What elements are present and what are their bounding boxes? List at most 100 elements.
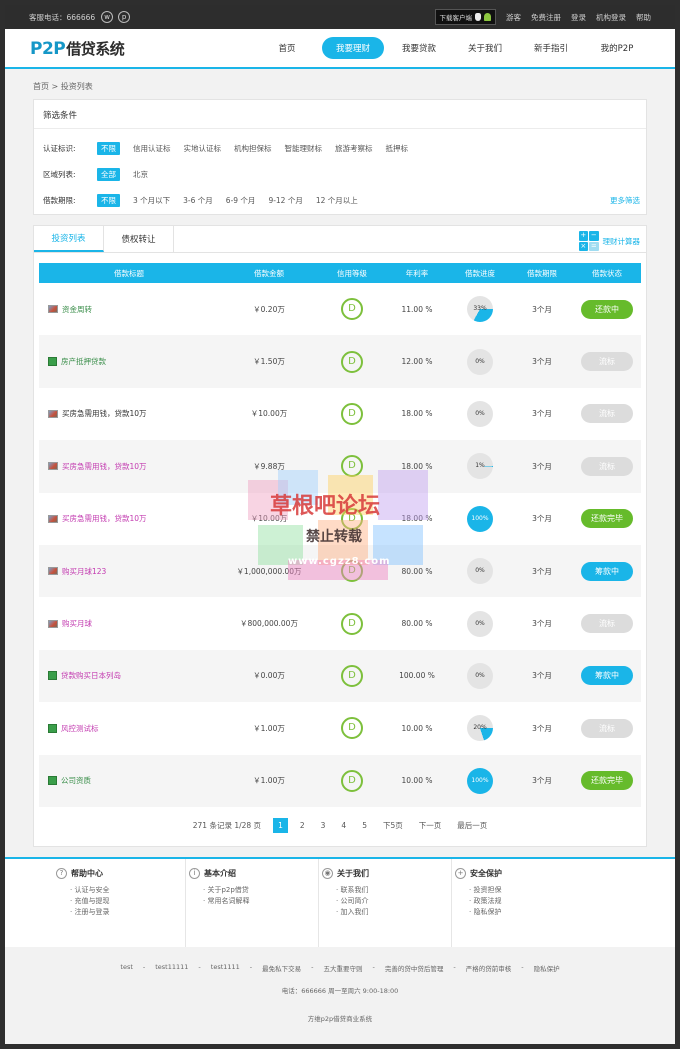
help-link[interactable]: 帮助 — [636, 12, 651, 23]
more-filters-link[interactable]: 更多筛选 — [610, 195, 640, 206]
filter-option[interactable]: 不限 — [97, 193, 120, 207]
table-row[interactable]: 公司资质 ￥1.00万 D 10.00 % 100% 3个月 还款完毕 — [39, 754, 641, 807]
register-link[interactable]: 免费注册 — [531, 12, 561, 23]
column-header[interactable]: 借款标题 — [39, 263, 219, 283]
nav-about[interactable]: 关于我们 — [452, 37, 518, 59]
nav-loan[interactable]: 我要贷款 — [386, 37, 452, 59]
filter-option[interactable]: 3-6 个月 — [183, 195, 213, 206]
status-button[interactable]: 还款中 — [581, 299, 633, 319]
filter-option[interactable]: 不限 — [97, 141, 120, 155]
logo[interactable]: P2P借贷系统 — [30, 38, 125, 59]
filter-option[interactable]: 机构担保标 — [234, 143, 272, 154]
nav-invest[interactable]: 我要理财 — [322, 37, 384, 59]
column-header[interactable]: 借款金额 — [219, 263, 319, 283]
footer-bottom-link[interactable]: test11111 — [155, 963, 188, 973]
filter-option[interactable]: 信用认证标 — [133, 143, 171, 154]
footer-bottom-link[interactable]: test1111 — [211, 963, 240, 973]
table-row[interactable]: 资金周转 ￥0.20万 D 11.00 % 33% 3个月 还款中 — [39, 283, 641, 335]
org-login-link[interactable]: 机构登录 — [596, 12, 626, 23]
footer-link[interactable]: 隐私保护 — [469, 907, 585, 918]
status-button[interactable]: 还款完毕 — [581, 509, 633, 529]
footer-link[interactable]: 常用名词解释 — [203, 896, 318, 907]
footer-link[interactable]: 认证与安全 — [70, 885, 185, 896]
filter-option[interactable]: 北京 — [133, 169, 148, 180]
login-link[interactable]: 登录 — [571, 12, 586, 23]
tab-debt-transfer[interactable]: 债权转让 — [104, 225, 174, 252]
loan-title-link[interactable]: 房产抵押贷款 — [61, 357, 106, 366]
footer-link[interactable]: 注册与登录 — [70, 907, 185, 918]
status-button[interactable]: 筹款中 — [581, 561, 633, 581]
page-5[interactable]: 5 — [362, 821, 367, 830]
footer-link[interactable]: 充值与提现 — [70, 896, 185, 907]
page-1[interactable]: 1 — [273, 817, 288, 833]
loan-title-link[interactable]: 公司资质 — [61, 776, 91, 785]
nav-home[interactable]: 首页 — [254, 37, 320, 59]
tab-invest-list[interactable]: 投资列表 — [34, 225, 104, 252]
loan-title-link[interactable]: 买房急需用钱，贷款10万 — [62, 514, 147, 523]
last-page[interactable]: 最后一页 — [457, 820, 487, 831]
table-row[interactable]: 买房急需用钱，贷款10万 ￥10.00万 D 18.00 % 100% 3个月 … — [39, 493, 641, 545]
status-button[interactable]: 筹款中 — [581, 666, 633, 686]
filter-option[interactable]: 9-12 个月 — [268, 195, 302, 206]
footer-link[interactable]: 关于p2p借贷 — [203, 885, 318, 896]
filter-option[interactable]: 6-9 个月 — [226, 195, 256, 206]
loan-title-link[interactable]: 买房急需用钱，贷款10万 — [62, 462, 147, 471]
footer-bottom-link[interactable]: 完善的贷中贷后管理 — [385, 963, 444, 973]
filter-option[interactable]: 实地认证标 — [184, 143, 222, 154]
footer-bottom-link[interactable]: 严格的贷前审核 — [466, 963, 512, 973]
column-header[interactable]: 借款进度 — [449, 263, 511, 283]
footer-bottom-link[interactable]: 五大重要守则 — [324, 963, 363, 973]
table-row[interactable]: 房产抵押贷款 ￥1.50万 D 12.00 % 0% 3个月 流标 — [39, 335, 641, 388]
column-header[interactable]: 信用等级 — [319, 263, 385, 283]
status-button[interactable]: 还款完毕 — [581, 771, 633, 791]
status-button[interactable]: 流标 — [581, 718, 633, 738]
loan-title-link[interactable]: 购买月球123 — [62, 567, 106, 576]
status-button[interactable]: 流标 — [581, 352, 633, 372]
nav-guide[interactable]: 新手指引 — [518, 37, 584, 59]
next-5-pages[interactable]: 下5页 — [383, 820, 403, 831]
tencent-icon[interactable]: p — [118, 11, 131, 23]
nav-my-p2p[interactable]: 我的P2P — [584, 37, 650, 59]
filter-option[interactable]: 智能理财标 — [285, 143, 323, 154]
status-button[interactable]: 流标 — [581, 456, 633, 476]
column-header[interactable]: 借款状态 — [573, 263, 641, 283]
loan-title-link[interactable]: 买房急需用钱，贷款10万 — [62, 409, 147, 418]
table-row[interactable]: 买房急需用钱，贷款10万 ￥10.00万 D 18.00 % 0% 3个月 流标 — [39, 388, 641, 440]
status-button[interactable]: 流标 — [581, 404, 633, 424]
filter-option[interactable]: 抵押标 — [386, 143, 409, 154]
download-client-button[interactable]: 下载客户端 — [434, 9, 496, 25]
footer-link[interactable]: 政策法规 — [469, 896, 585, 907]
page-2[interactable]: 2 — [300, 821, 305, 830]
footer-bottom-link[interactable]: test — [120, 963, 132, 973]
guest-link[interactable]: 游客 — [506, 12, 521, 23]
footer-link[interactable]: 联系我们 — [336, 885, 451, 896]
column-header[interactable]: 年利率 — [385, 263, 449, 283]
filter-option[interactable]: 旅游考察标 — [335, 143, 373, 154]
footer-link[interactable]: 加入我们 — [336, 907, 451, 918]
footer-bottom-links: test - test11111 - test1111 - 最免私下交易 - 五大重要守则 - 完善… — [5, 963, 675, 973]
table-row[interactable]: 购买月球 ￥800,000.00万 D 80.00 % 0% 3个月 流标 — [39, 597, 641, 649]
filter-option[interactable]: 12 个月以上 — [316, 195, 358, 206]
footer-link[interactable]: 公司简介 — [336, 896, 451, 907]
page-4[interactable]: 4 — [341, 821, 346, 830]
footer-link[interactable]: 投资担保 — [469, 885, 585, 896]
table-row[interactable]: 贷款购买日本列岛 ￥0.00万 D 100.00 % 0% 3个月 筹款中 — [39, 649, 641, 703]
status-button[interactable]: 流标 — [581, 614, 633, 634]
page-3[interactable]: 3 — [321, 821, 326, 830]
column-header[interactable]: 借款期限 — [511, 263, 573, 283]
loan-title-link[interactable]: 贷款购买日本列岛 — [61, 671, 121, 680]
loan-title-link[interactable]: 风控测试标 — [61, 724, 99, 733]
filter-option[interactable]: 3 个月以下 — [133, 195, 170, 206]
calculator-button[interactable]: + − × = 理财计算器 — [578, 231, 640, 251]
loan-title-link[interactable]: 购买月球 — [62, 619, 92, 628]
footer-bottom-link[interactable]: 最免私下交易 — [262, 963, 301, 973]
weibo-icon[interactable]: w — [101, 11, 114, 23]
next-page[interactable]: 下一页 — [419, 820, 442, 831]
loan-title-link[interactable]: 资金周转 — [62, 305, 92, 314]
breadcrumb-home[interactable]: 首页 — [33, 82, 49, 91]
footer-bottom-link[interactable]: 隐私保护 — [534, 963, 560, 973]
table-row[interactable]: 购买月球123 ￥1,000,000.00万 D 80.00 % 0% 3个月 … — [39, 544, 641, 598]
table-row[interactable]: 风控测试标 ￥1.00万 D 10.00 % 20% 3个月 流标 — [39, 702, 641, 754]
table-row[interactable]: 买房急需用钱，贷款10万 ￥9.88万 D 18.00 % 1% 3个月 流标 — [39, 440, 641, 493]
filter-option[interactable]: 全部 — [97, 167, 120, 181]
